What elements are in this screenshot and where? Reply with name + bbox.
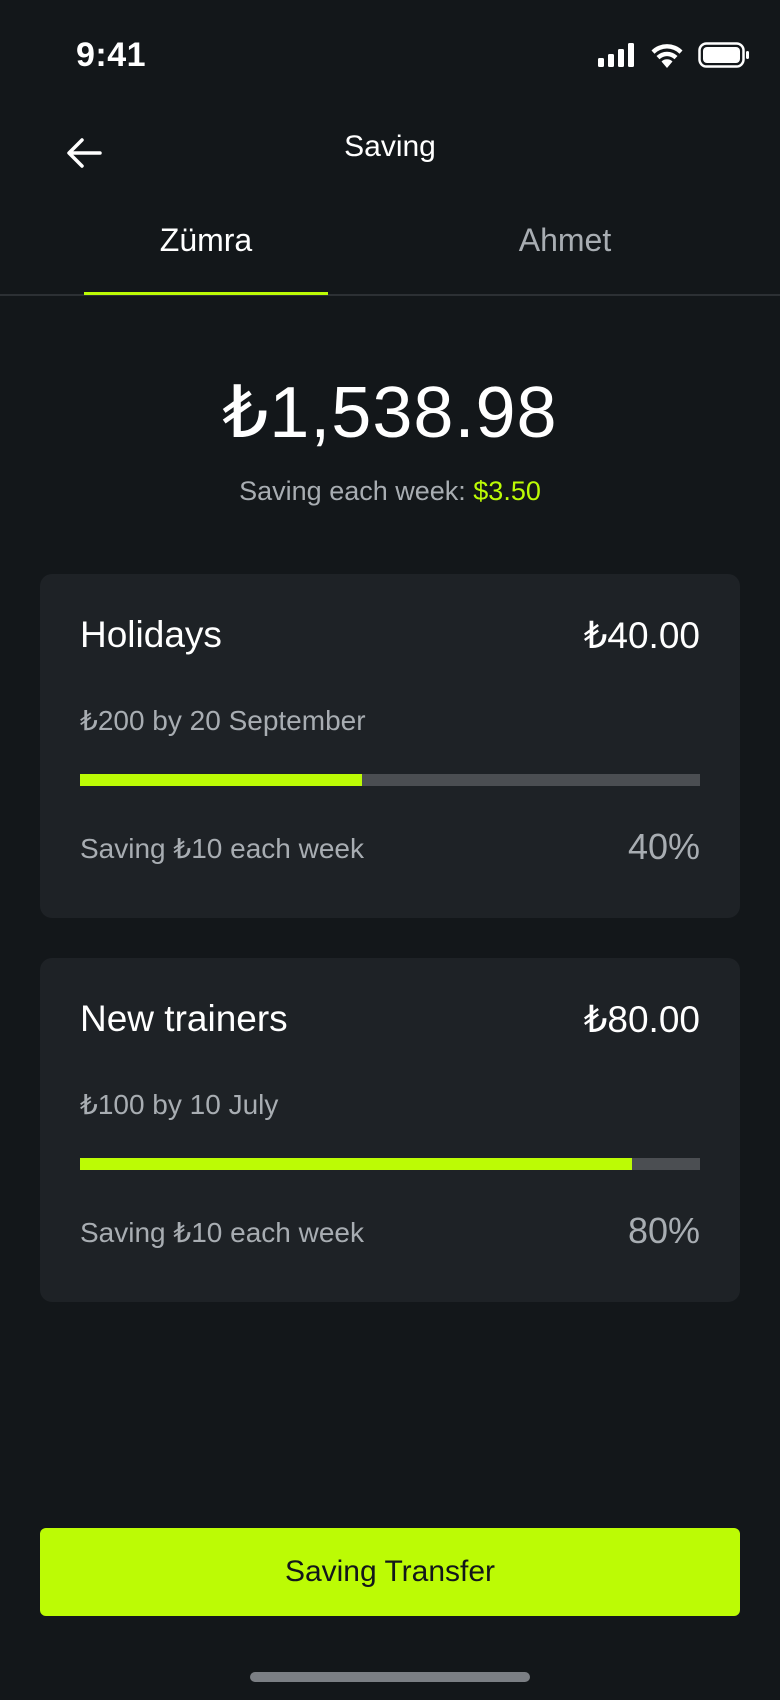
status-time: 9:41: [76, 36, 147, 74]
active-tab-indicator: [84, 292, 328, 295]
tab-bar: Zümra Ahmet: [0, 200, 780, 296]
goal-percent: 80%: [627, 1210, 700, 1251]
weekly-saving-label: Saving each week:: [239, 476, 474, 506]
goal-progress-bar: [80, 1158, 700, 1170]
goal-card-new-trainers[interactable]: New trainers ₺80.00 ₺100 by 10 July Savi…: [40, 958, 740, 1302]
goal-progress-fill: [80, 774, 363, 786]
wifi-icon: [650, 42, 684, 68]
goal-target: ₺100 by 10 July: [80, 1089, 279, 1120]
weekly-saving: Saving each week: $3.50: [0, 476, 780, 507]
tab-ahmet[interactable]: Ahmet: [470, 222, 660, 259]
saving-screen: 9:41 Saving Zümra Ahmet ₺1,538.98 Saving…: [0, 0, 780, 1700]
goal-weekly: Saving ₺10 each week: [80, 1217, 364, 1248]
total-balance: ₺1,538.98: [222, 373, 558, 453]
signal-icon: [598, 43, 636, 67]
goal-percent: 40%: [627, 826, 700, 867]
goal-progress-bar: [80, 774, 700, 786]
goal-weekly: Saving ₺10 each week: [80, 833, 364, 864]
home-indicator: [250, 1672, 530, 1682]
goal-target: ₺200 by 20 September: [80, 705, 366, 736]
saving-transfer-button[interactable]: Saving Transfer: [40, 1528, 740, 1616]
goal-name: New trainers: [80, 998, 288, 1039]
goal-name: Holidays: [80, 614, 222, 655]
arrow-left-icon: [62, 138, 108, 180]
goal-amount: ₺80.00: [583, 999, 700, 1040]
page-title: Saving: [344, 130, 436, 163]
goal-card-holidays[interactable]: Holidays ₺40.00 ₺200 by 20 September Sav…: [40, 574, 740, 918]
status-icons: [598, 42, 750, 68]
goal-amount: ₺40.00: [583, 615, 700, 656]
battery-icon: [698, 42, 750, 68]
tab-zumra[interactable]: Zümra: [84, 222, 328, 259]
goal-progress-fill: [80, 1158, 632, 1170]
weekly-saving-amount: $3.50: [473, 476, 541, 506]
